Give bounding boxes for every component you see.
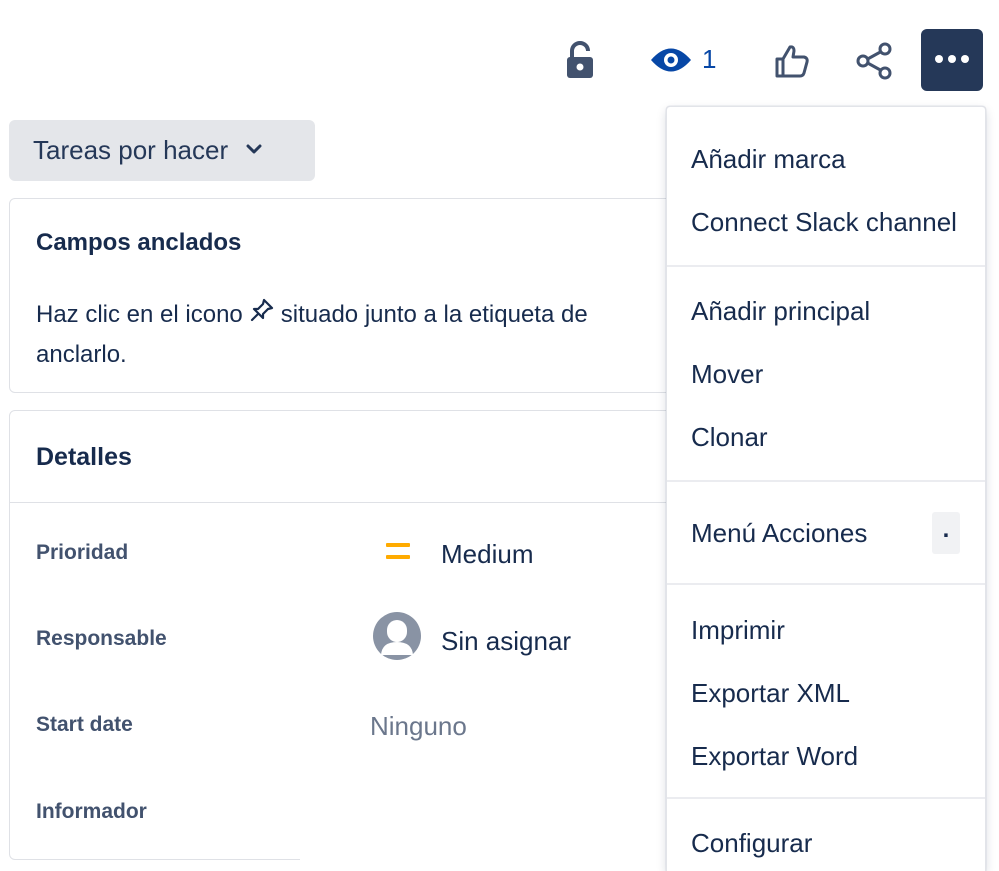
thumbs-up-icon[interactable] — [770, 40, 814, 82]
field-value-start-date[interactable]: Ninguno — [370, 711, 467, 742]
more-actions-button[interactable] — [921, 29, 983, 91]
menu-item-connect-slack[interactable]: Connect Slack channel — [691, 207, 957, 238]
overlay-blank-area — [300, 772, 680, 871]
field-label-assignee: Responsable — [36, 627, 167, 650]
pinned-fields-panel: Campos anclados Haz clic en el icono sit… — [9, 198, 709, 393]
pinned-help-text-start: Haz clic en el icono — [36, 301, 243, 328]
field-label-start-date: Start date — [36, 713, 133, 736]
unlock-icon[interactable] — [560, 38, 600, 82]
chevron-down-icon — [246, 142, 262, 160]
pinned-help-text-end: situado junto a la etiqueta de — [280, 301, 588, 328]
menu-divider — [667, 797, 985, 799]
status-label: Tareas por hacer — [33, 135, 229, 165]
keyboard-shortcut-badge: . — [932, 512, 960, 554]
field-label-priority: Prioridad — [36, 541, 129, 564]
menu-item-clone[interactable]: Clonar — [691, 422, 768, 453]
menu-item-add-flag[interactable]: Añadir marca — [691, 144, 846, 175]
pinned-help-text-line2: anclarlo. — [36, 341, 127, 369]
details-title: Detalles — [36, 443, 132, 471]
field-label-reporter: Informador — [36, 800, 147, 823]
menu-item-actions-menu[interactable]: Menú Acciones — [691, 518, 867, 549]
pinned-fields-title: Campos anclados — [36, 229, 242, 256]
pinned-fields-help: Haz clic en el icono situado junto a la … — [36, 295, 676, 374]
share-icon[interactable] — [852, 40, 896, 82]
eye-icon[interactable] — [648, 42, 694, 78]
menu-divider — [667, 583, 985, 585]
menu-item-print[interactable]: Imprimir — [691, 615, 785, 646]
menu-divider — [667, 480, 985, 482]
details-divider — [10, 502, 708, 503]
field-value-assignee[interactable]: Sin asignar — [441, 626, 571, 657]
menu-item-add-parent[interactable]: Añadir principal — [691, 296, 870, 327]
menu-item-move[interactable]: Mover — [691, 359, 763, 390]
status-dropdown[interactable]: Tareas por hacer — [9, 120, 315, 181]
more-horizontal-icon — [934, 51, 970, 69]
pin-icon — [249, 296, 275, 335]
menu-item-export-word[interactable]: Exportar Word — [691, 741, 858, 772]
menu-item-configure[interactable]: Configurar — [691, 828, 812, 859]
avatar-placeholder-icon[interactable] — [372, 611, 422, 661]
menu-item-export-xml[interactable]: Exportar XML — [691, 678, 850, 709]
more-actions-menu: Añadir marca Connect Slack channel Añadi… — [666, 106, 986, 871]
priority-medium-icon — [386, 540, 410, 567]
watcher-count[interactable]: 1 — [702, 44, 716, 75]
menu-divider — [667, 265, 985, 267]
field-value-priority[interactable]: Medium — [441, 539, 533, 570]
